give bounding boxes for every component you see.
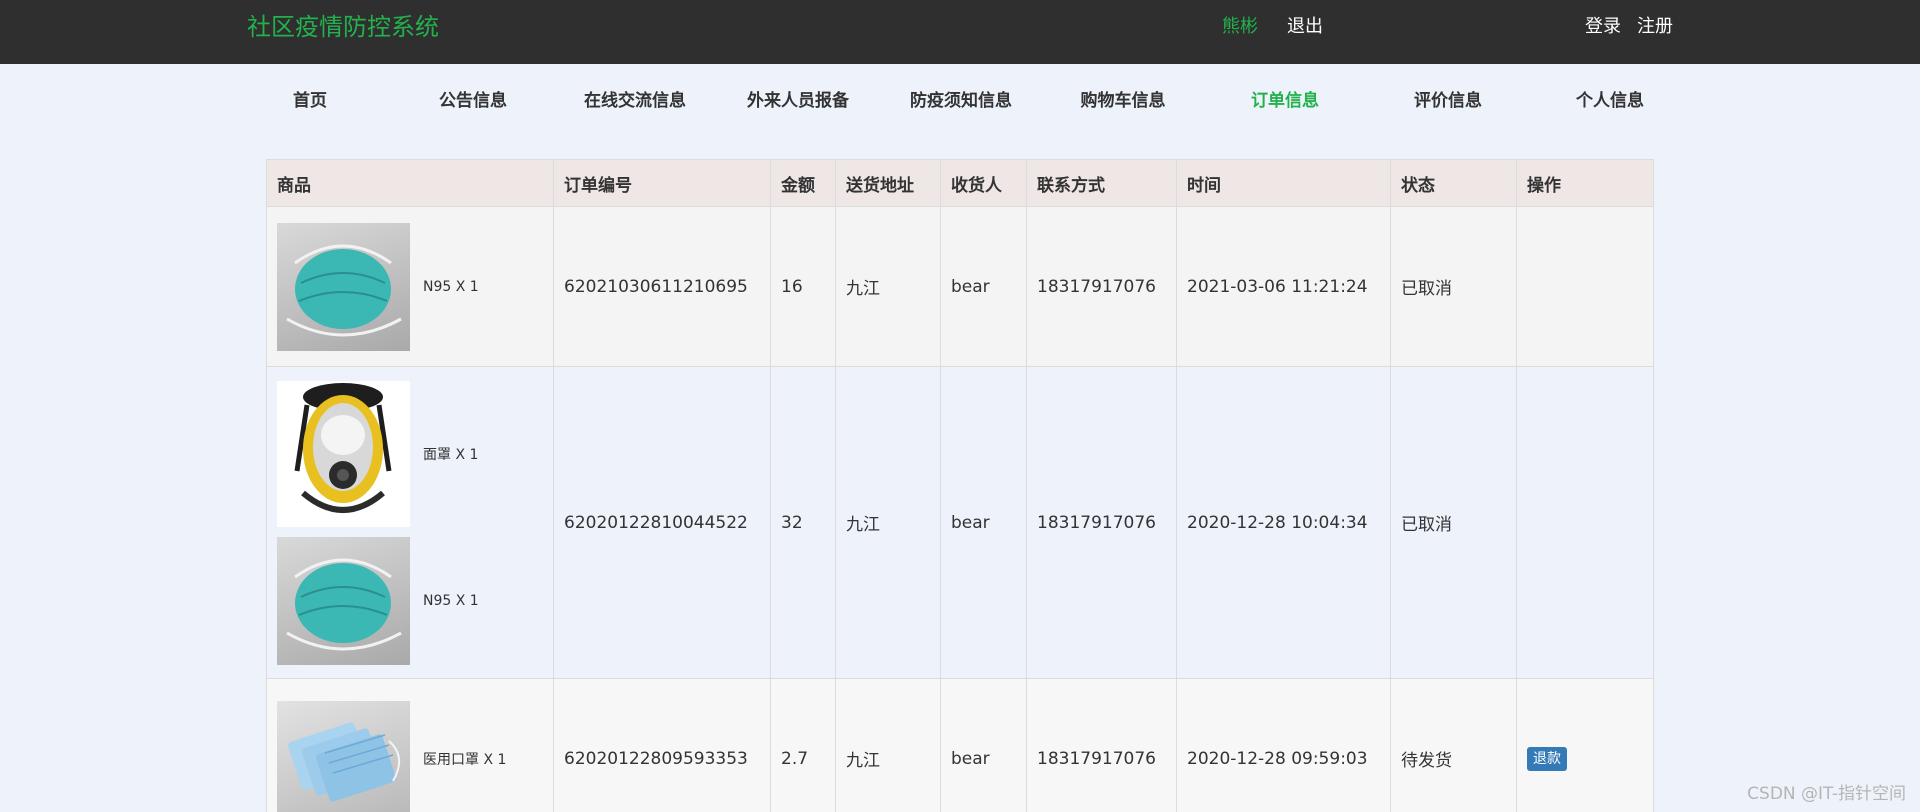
time-cell: 2020-12-28 09:59:03 [1176, 678, 1391, 812]
n95-mask-image[interactable] [277, 222, 410, 351]
status-cell: 已取消 [1390, 366, 1517, 679]
receiver-cell: bear [940, 366, 1027, 679]
col-header-status: 状态 [1390, 159, 1517, 207]
col-header-amount: 金额 [770, 159, 836, 207]
nav-item-announcements[interactable]: 公告信息 [439, 88, 507, 114]
product-label: 医用口罩 X 1 [423, 751, 507, 768]
current-user-name[interactable]: 熊彬 [1222, 14, 1258, 40]
nav-item-reviews[interactable]: 评价信息 [1414, 88, 1482, 114]
nav-item-online-chat[interactable]: 在线交流信息 [584, 88, 686, 114]
receiver-cell: bear [940, 678, 1027, 812]
nav-item-visitor-report[interactable]: 外来人员报备 [747, 88, 849, 114]
receiver-cell: bear [940, 206, 1027, 367]
n95-mask-image[interactable] [277, 536, 410, 665]
time-cell: 2020-12-28 10:04:34 [1176, 366, 1391, 679]
nav-item-cart[interactable]: 购物车信息 [1081, 88, 1166, 114]
col-header-phone: 联系方式 [1026, 159, 1177, 207]
product-cell: N95 X 1 [266, 206, 554, 367]
nav-item-prevention-notice[interactable]: 防疫须知信息 [910, 88, 1012, 114]
action-cell [1516, 366, 1654, 679]
phone-cell: 18317917076 [1026, 206, 1177, 367]
product-cell: 面罩 X 1 N95 X 1 [266, 366, 554, 679]
col-header-time: 时间 [1176, 159, 1391, 207]
col-header-product: 商品 [266, 159, 554, 207]
table-header-row: 商品 订单编号 金额 送货地址 收货人 联系方式 时间 状态 操作 [266, 159, 1654, 207]
site-title: 社区疫情防控系统 [247, 13, 439, 41]
order-no-cell: 62021030611210695 [553, 206, 771, 367]
table-row: 医用口罩 X 1 62020122809593353 2.7 九江 bear 1… [266, 678, 1654, 812]
refund-button[interactable]: 退款 [1527, 746, 1567, 771]
product-label: 面罩 X 1 [423, 446, 479, 463]
product-item: N95 X 1 [277, 532, 543, 670]
register-link[interactable]: 注册 [1637, 14, 1673, 40]
order-no-cell: 62020122810044522 [553, 366, 771, 679]
address-cell: 九江 [835, 678, 941, 812]
table-row: 面罩 X 1 N95 X 1 62020122810044522 32 九江 b… [266, 366, 1654, 679]
surgical-mask-image[interactable] [277, 700, 410, 812]
address-cell: 九江 [835, 206, 941, 367]
orders-table: 商品 订单编号 金额 送货地址 收货人 联系方式 时间 状态 操作 N95 X … [266, 159, 1654, 812]
action-cell: 退款 [1516, 678, 1654, 812]
table-row: N95 X 1 62021030611210695 16 九江 bear 183… [266, 206, 1654, 367]
amount-cell: 32 [770, 366, 836, 679]
product-item: 面罩 X 1 [277, 376, 543, 532]
top-bar: 社区疫情防控系统 熊彬 退出 登录 注册 [0, 0, 1920, 64]
order-no-cell: 62020122809593353 [553, 678, 771, 812]
status-cell: 已取消 [1390, 206, 1517, 367]
address-cell: 九江 [835, 366, 941, 679]
watermark: CSDN @IT-指针空间 [1747, 784, 1906, 804]
product-label: N95 X 1 [423, 278, 479, 295]
logout-link[interactable]: 退出 [1287, 14, 1323, 40]
main-nav: 首页 公告信息 在线交流信息 外来人员报备 防疫须知信息 购物车信息 订单信息 … [0, 88, 1920, 116]
amount-cell: 2.7 [770, 678, 836, 812]
status-cell: 待发货 [1390, 678, 1517, 812]
amount-cell: 16 [770, 206, 836, 367]
product-item: 医用口罩 X 1 [277, 681, 543, 812]
product-item: N95 X 1 [277, 209, 543, 365]
nav-item-orders[interactable]: 订单信息 [1251, 88, 1319, 114]
product-label: N95 X 1 [423, 592, 479, 609]
time-cell: 2021-03-06 11:21:24 [1176, 206, 1391, 367]
col-header-receiver: 收货人 [940, 159, 1027, 207]
action-cell [1516, 206, 1654, 367]
col-header-address: 送货地址 [835, 159, 941, 207]
col-header-order-no: 订单编号 [553, 159, 771, 207]
login-link[interactable]: 登录 [1585, 14, 1621, 40]
face-mask-image[interactable] [277, 380, 410, 527]
nav-item-home[interactable]: 首页 [293, 88, 327, 114]
phone-cell: 18317917076 [1026, 678, 1177, 812]
col-header-action: 操作 [1516, 159, 1654, 207]
product-cell: 医用口罩 X 1 [266, 678, 554, 812]
phone-cell: 18317917076 [1026, 366, 1177, 679]
nav-item-profile[interactable]: 个人信息 [1576, 88, 1644, 114]
